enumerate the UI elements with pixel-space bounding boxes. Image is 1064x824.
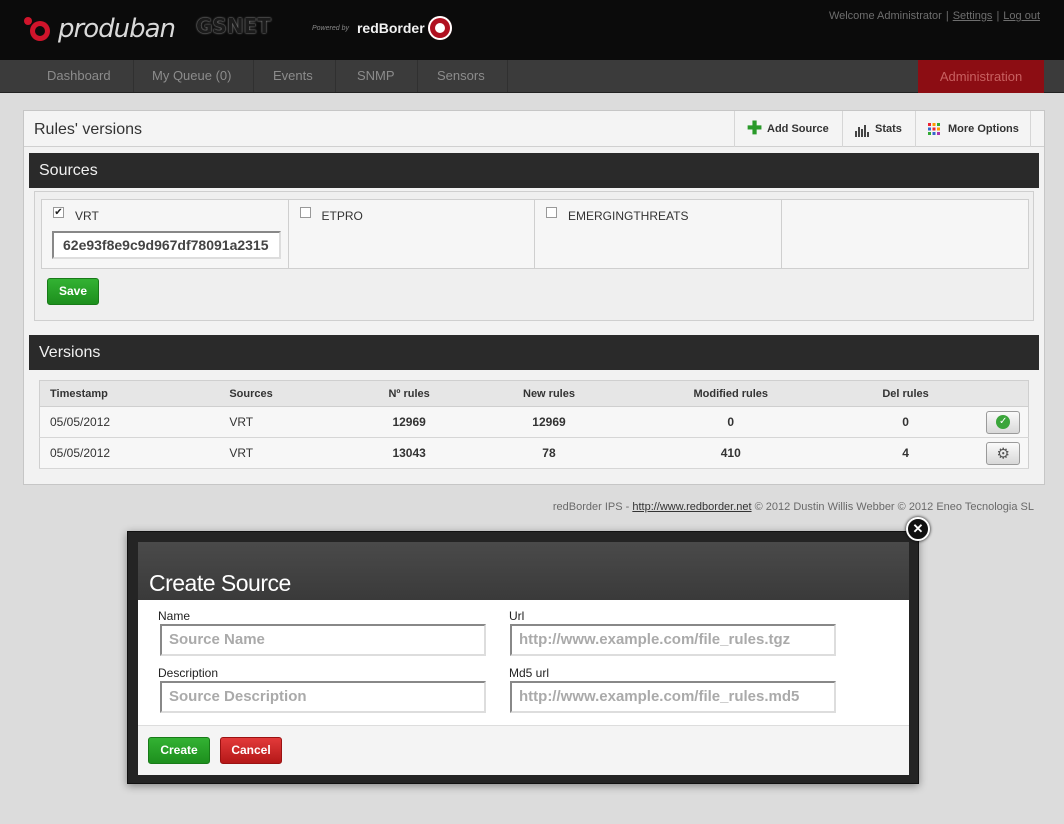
user-menu: Welcome Administrator | Settings | Log out — [828, 10, 1040, 22]
col-sources: Sources — [219, 380, 350, 407]
footer-prefix: redBorder IPS - — [552, 501, 630, 513]
row-rules: 13043 — [349, 437, 470, 469]
more-options-button[interactable]: More Options — [915, 111, 1031, 147]
footer-copyright: © 2012 Dustin Willis Webber © 2012 Eneo … — [754, 501, 1034, 513]
row-del-rules: 0 — [832, 406, 979, 438]
row-timestamp: 05/05/2012 — [39, 437, 220, 469]
add-source-label: Add Source — [767, 123, 829, 135]
row-timestamp: 05/05/2012 — [39, 406, 220, 438]
nav-snmp[interactable]: SNMP — [335, 60, 418, 92]
table-row: 05/05/2012 VRT 12969 12969 0 0 ✓ — [39, 406, 1029, 438]
welcome-text: Welcome Administrator — [828, 10, 942, 22]
modal-footer: Create Cancel — [138, 725, 909, 775]
col-timestamp: Timestamp — [39, 380, 220, 407]
create-source-modal: Create Source Name Source Name Url http:… — [127, 531, 919, 784]
produban-logo-text: produban — [58, 14, 176, 44]
powered-by-text: Powered by — [312, 24, 349, 32]
name-label: Name — [158, 609, 191, 623]
redborder-logo: Powered by redBorder — [312, 16, 452, 40]
table-header-row: Timestamp Sources Nº rules New rules Mod… — [39, 380, 1029, 407]
emergingthreats-checkbox[interactable] — [546, 207, 557, 218]
redborder-name: redBorder — [356, 20, 425, 36]
etpro-checkbox[interactable] — [299, 207, 311, 218]
row-del-rules: 4 — [832, 437, 979, 469]
row-action-cell: ✓ — [978, 406, 1029, 438]
gsnet-logo: GSNET — [196, 14, 271, 38]
create-button[interactable]: Create — [148, 737, 210, 764]
cancel-button[interactable]: Cancel — [220, 737, 282, 764]
check-circle-icon: ✓ — [996, 415, 1011, 430]
row-modified-rules: 0 — [628, 406, 833, 438]
row-modified-rules: 410 — [628, 437, 833, 469]
source-cell-empty — [782, 200, 1029, 268]
top-header: produban GSNET Powered by redBorder Welc… — [0, 0, 1064, 60]
source-description-input[interactable]: Source Description — [160, 681, 486, 713]
main-nav: Dashboard My Queue (0) Events SNMP Senso… — [0, 60, 1064, 93]
col-del-rules: Del rules — [832, 380, 979, 407]
plus-icon: ✚ — [747, 118, 763, 138]
table-row: 05/05/2012 VRT 13043 78 410 4 ⚙ — [39, 437, 1029, 469]
emergingthreats-label: EMERGINGTHREATS — [568, 209, 689, 223]
col-new-rules: New rules — [469, 380, 629, 407]
modal-body: Name Source Name Url http://www.example.… — [138, 600, 909, 725]
more-options-label: More Options — [948, 123, 1019, 135]
description-label: Description — [158, 666, 219, 680]
grid-icon — [928, 123, 942, 137]
col-action — [978, 380, 1029, 407]
nav-events[interactable]: Events — [251, 60, 336, 92]
row-rules: 12969 — [349, 406, 470, 438]
rules-versions-panel: Rules' versions ✚ Add Source Stats More … — [23, 110, 1045, 485]
sources-grid: ✔ VRT 62e93f8e9c9d967df78091a2315 ETPRO … — [41, 199, 1029, 269]
source-url-input[interactable]: http://www.example.com/file_rules.tgz — [510, 624, 836, 656]
source-cell-etpro: ETPRO — [289, 200, 535, 268]
nav-administration[interactable]: Administration — [918, 60, 1044, 93]
vrt-oinkcode-input[interactable]: 62e93f8e9c9d967df78091a2315 — [52, 231, 281, 259]
logout-link[interactable]: Log out — [1003, 10, 1040, 22]
stats-label: Stats — [875, 123, 902, 135]
source-name-input[interactable]: Source Name — [160, 624, 486, 656]
row-source: VRT — [219, 406, 350, 438]
versions-table: Timestamp Sources Nº rules New rules Mod… — [39, 380, 1029, 469]
url-label: Url — [509, 609, 525, 623]
row-new-rules: 78 — [469, 437, 629, 469]
source-cell-emergingthreats: EMERGINGTHREATS — [535, 200, 782, 268]
md5-url-input[interactable]: http://www.example.com/file_rules.md5 — [510, 681, 836, 713]
add-source-button[interactable]: ✚ Add Source — [734, 111, 842, 147]
stats-button[interactable]: Stats — [842, 111, 915, 147]
footer: redBorder IPS - http://www.redborder.net… — [553, 501, 1034, 513]
active-version-button[interactable]: ✓ — [986, 410, 1021, 434]
source-cell-vrt: ✔ VRT 62e93f8e9c9d967df78091a2315 — [42, 200, 289, 268]
row-new-rules: 12969 — [469, 406, 629, 438]
etpro-label: ETPRO — [321, 209, 363, 223]
version-settings-button[interactable]: ⚙ — [986, 441, 1021, 465]
vrt-checkbox[interactable]: ✔ — [53, 207, 64, 218]
row-source: VRT — [219, 437, 350, 469]
settings-link[interactable]: Settings — [953, 10, 993, 22]
panel-header: Rules' versions ✚ Add Source Stats More … — [24, 111, 1044, 147]
col-rules: Nº rules — [349, 380, 470, 407]
close-icon[interactable]: ✕ — [906, 517, 930, 541]
gear-icon: ⚙ — [996, 444, 1010, 462]
modal-header: Create Source — [138, 542, 909, 600]
nav-sensors[interactable]: Sensors — [415, 60, 508, 92]
modal-title: Create Source — [149, 570, 291, 596]
versions-heading: Versions — [29, 335, 1039, 370]
md5-url-label: Md5 url — [509, 666, 550, 680]
col-modified-rules: Modified rules — [628, 380, 833, 407]
redborder-logo-icon — [427, 16, 452, 40]
row-action-cell: ⚙ — [978, 437, 1029, 469]
sources-heading: Sources — [29, 153, 1039, 188]
bar-chart-icon — [855, 123, 869, 137]
sources-box: ✔ VRT 62e93f8e9c9d967df78091a2315 ETPRO … — [34, 191, 1034, 321]
produban-logo-icon — [24, 15, 52, 43]
nav-dashboard[interactable]: Dashboard — [25, 60, 134, 92]
redborder-site-link[interactable]: http://www.redborder.net — [632, 501, 751, 513]
save-button[interactable]: Save — [47, 278, 99, 305]
produban-logo[interactable]: produban — [24, 14, 176, 44]
vrt-label: VRT — [75, 209, 99, 223]
nav-my-queue[interactable]: My Queue (0) — [130, 60, 255, 92]
page-title: Rules' versions — [34, 121, 142, 138]
